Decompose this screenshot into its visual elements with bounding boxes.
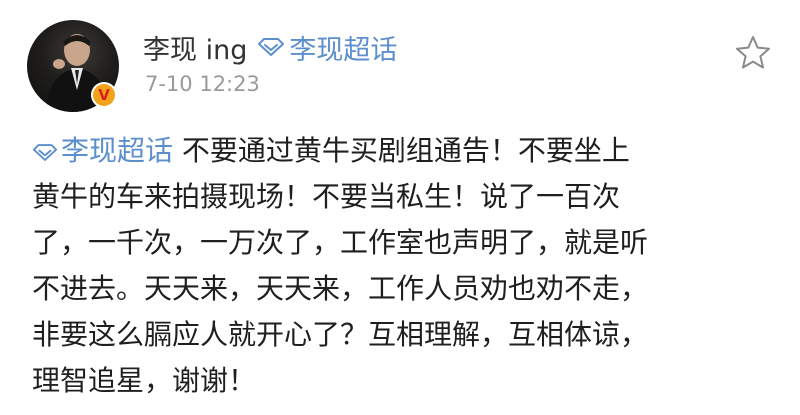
post-text: 不要通过黄牛买剧组通告！不要坐上 — [173, 134, 630, 167]
username[interactable]: 李现 ing — [143, 28, 247, 67]
post-body-line: 了，一千次，一万次了，工作室也声明了，就是听 — [32, 226, 649, 259]
body-topic-link[interactable]: 李现超话 — [32, 134, 173, 167]
favorite-button[interactable] — [734, 34, 772, 72]
post-header: 李现 ing 李现超话 — [143, 27, 397, 67]
topic-tag-label: 李现超话 — [289, 34, 398, 66]
topic-tag-link[interactable]: 李现超话 — [257, 28, 397, 67]
post-timestamp: 7-10 12:23 — [145, 72, 260, 96]
super-topic-diamond-icon — [32, 144, 58, 161]
post-body-line: 理智追星，谢谢！ — [32, 364, 257, 397]
post-body-line: 不进去。天天来，天天来，工作人员劝也劝不走， — [32, 272, 649, 305]
post-body: 李现超话 不要通过黄牛买剧组通告！不要坐上 黄牛的车来拍摄现场！不要当私生！说了… — [32, 128, 780, 404]
super-topic-diamond-icon — [258, 38, 285, 56]
star-outline-icon — [736, 36, 770, 69]
verified-badge: V — [91, 82, 117, 108]
post-body-line: 黄牛的车来拍摄现场！不要当私生！说了一百次 — [32, 180, 621, 213]
post-body-line: 非要这么膈应人就开心了？互相理解，互相体谅， — [32, 318, 649, 351]
post-body-line: 李现超话 不要通过黄牛买剧组通告！不要坐上 — [32, 128, 780, 174]
body-topic-label: 李现超话 — [61, 134, 174, 167]
verified-v-badge-icon: V — [93, 84, 115, 106]
